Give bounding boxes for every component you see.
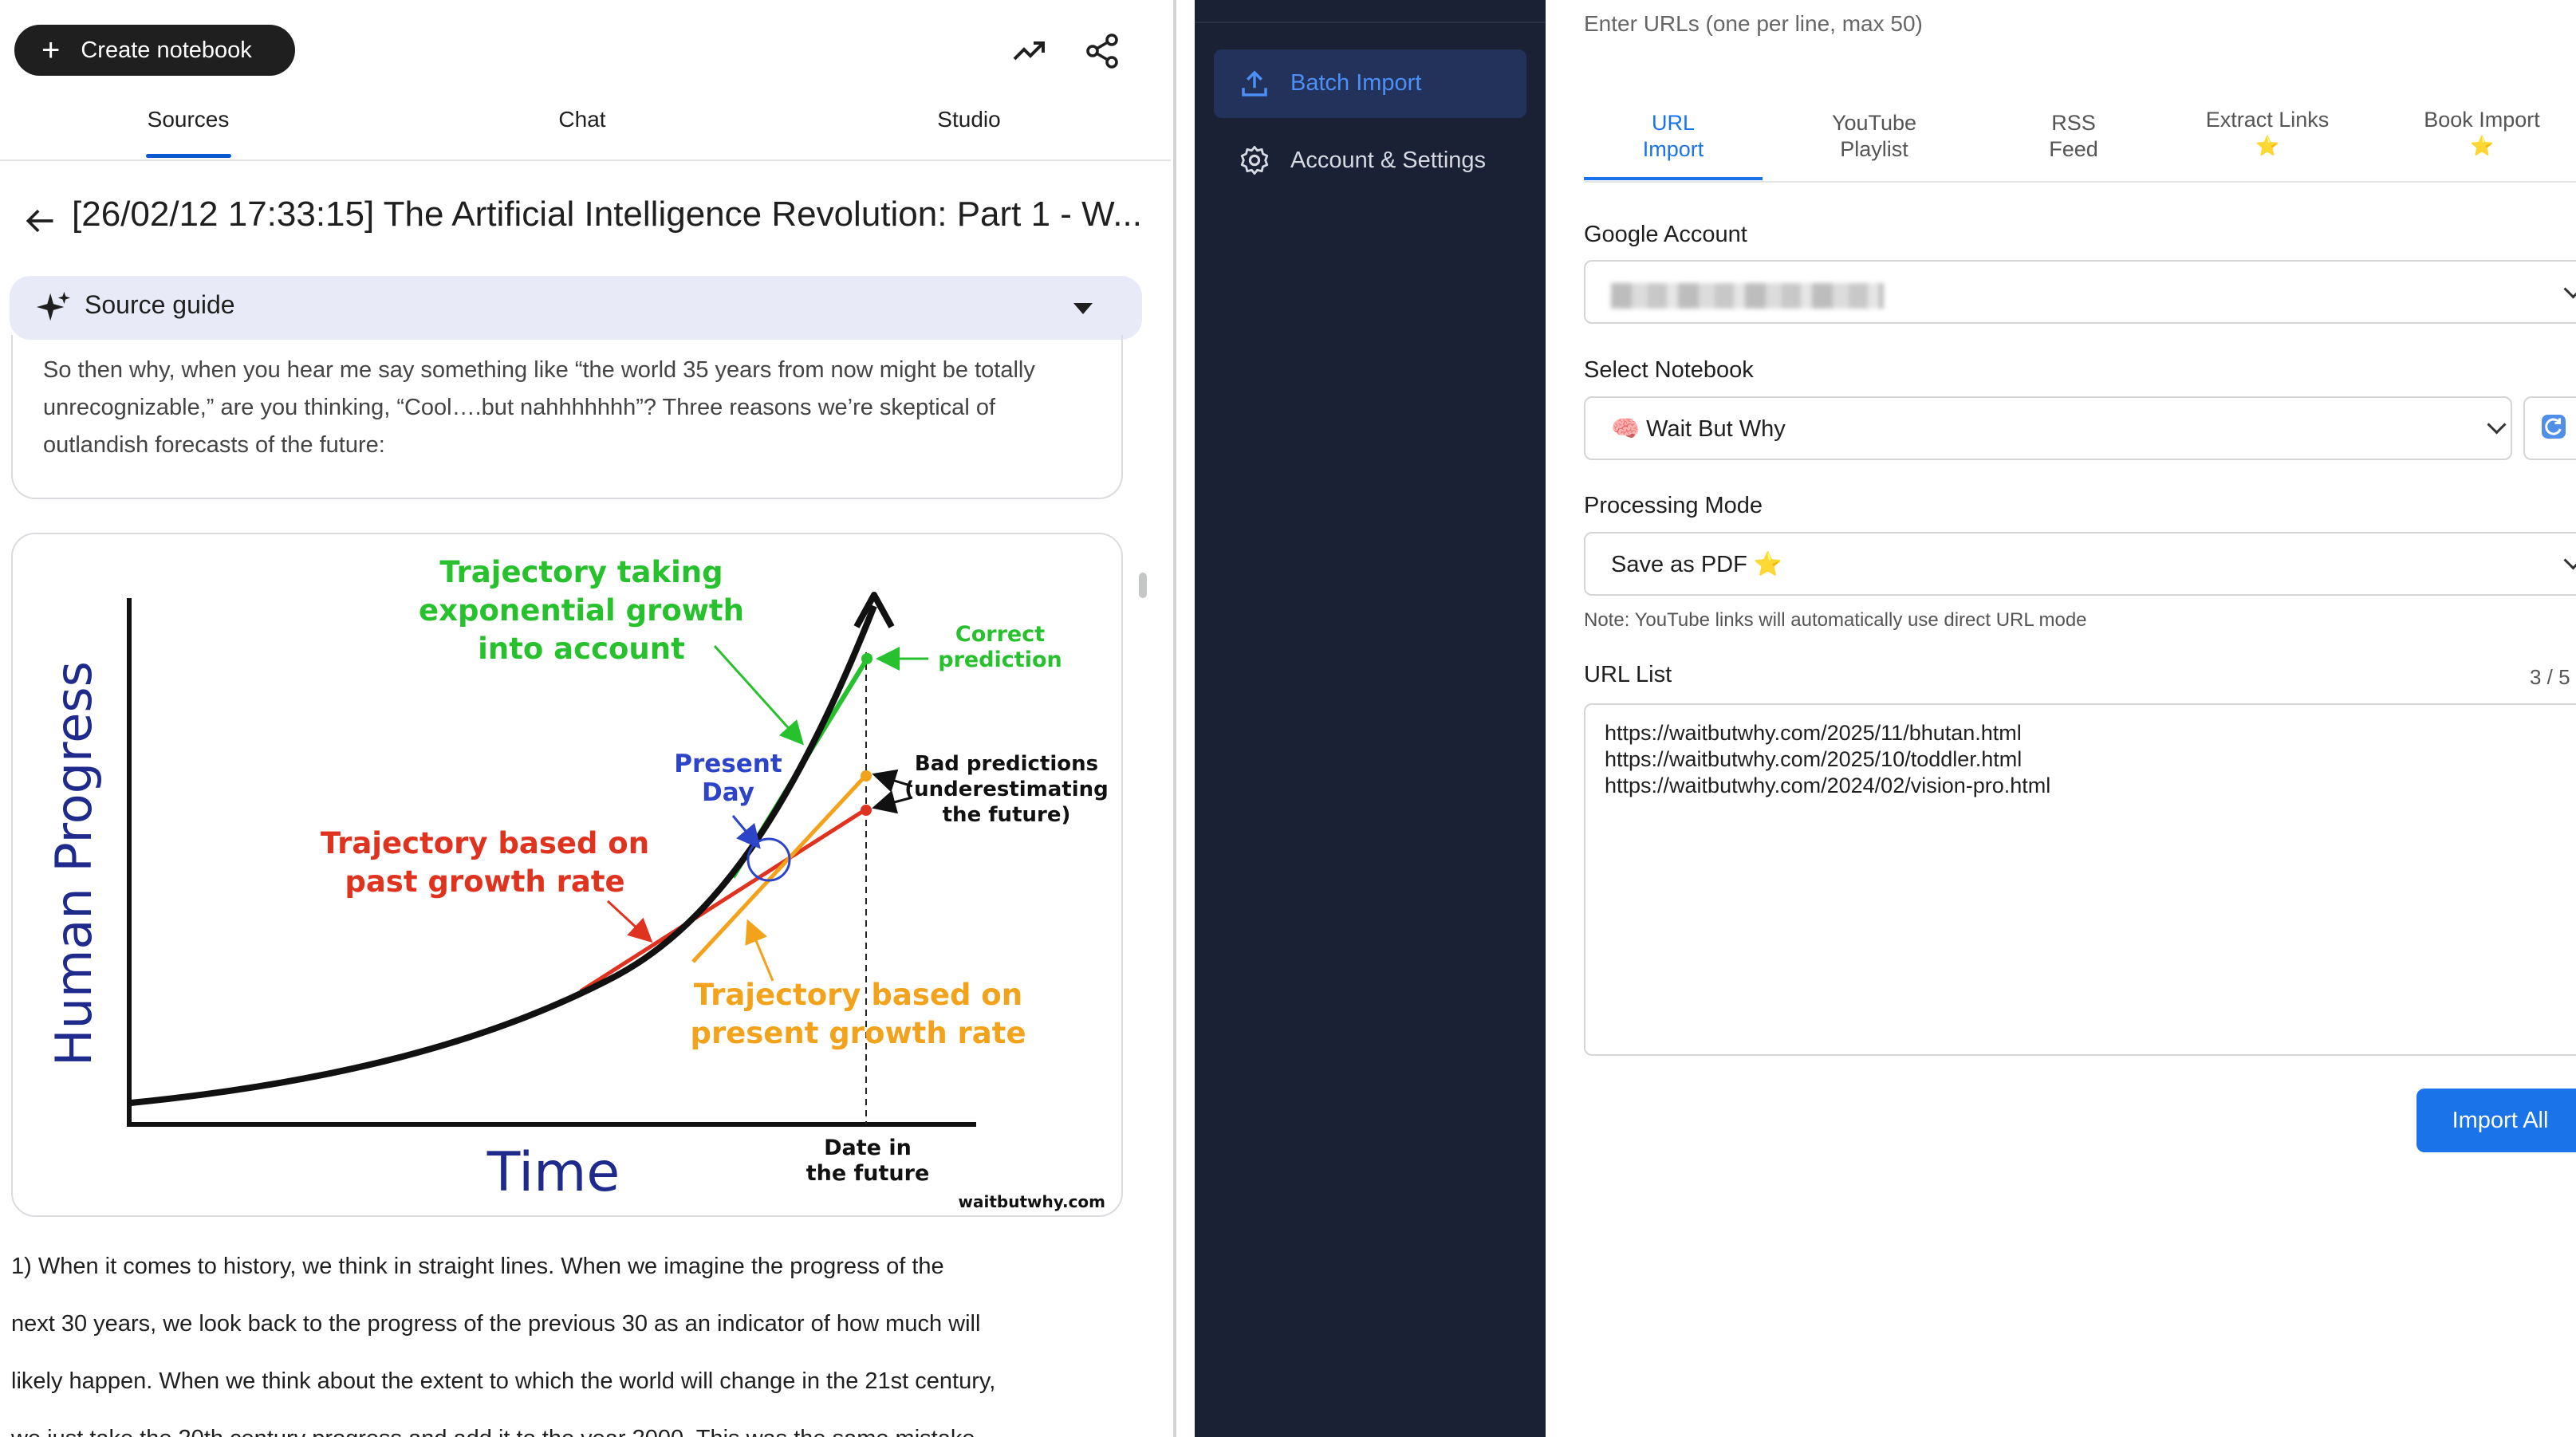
- correct-annotation: prediction: [938, 648, 1062, 672]
- tab-sources[interactable]: Sources: [128, 107, 249, 132]
- youtube-note: Note: YouTube links will automatically u…: [1584, 609, 2087, 631]
- tab-label: YouTube: [1831, 111, 1917, 135]
- tab-youtube-playlist[interactable]: YouTube Playlist: [1785, 110, 1964, 163]
- x-axis-label: Time: [486, 1141, 620, 1204]
- caret-down-icon[interactable]: [1073, 303, 1093, 314]
- analytics-icon[interactable]: [1010, 32, 1048, 70]
- notebook-value: 🧠 Wait But Why: [1611, 416, 1786, 442]
- sidebar-item-account-settings[interactable]: Account & Settings: [1290, 148, 1486, 174]
- present-annotation: Day: [702, 778, 754, 807]
- date-annotation: Date in: [824, 1136, 912, 1160]
- red-annotation: past growth rate: [345, 864, 624, 899]
- body-text-line: next 30 years, we look back to the progr…: [11, 1311, 981, 1337]
- exponential-progress-figure: Human Progress Time Trajectory taking ex…: [45, 555, 1109, 1211]
- processing-mode-label: Processing Mode: [1584, 493, 1763, 518]
- active-tab-indicator: [1584, 177, 1763, 180]
- processing-mode-value: Save as PDF ⭐: [1611, 552, 1783, 577]
- sidebar-divider: [1195, 22, 1546, 23]
- url-hint-text: Enter URLs (one per line, max 50): [1584, 11, 1923, 36]
- green-annotation: exponential growth: [419, 593, 744, 628]
- body-text-line: we just take the 20th century progress a…: [11, 1426, 975, 1437]
- bad-annotation: the future): [943, 803, 1071, 827]
- url-line: https://waitbutwhy.com/2025/10/toddler.h…: [1605, 747, 2023, 771]
- active-tab-indicator: [146, 154, 231, 158]
- url-line: https://waitbutwhy.com/2024/02/vision-pr…: [1605, 774, 2051, 797]
- bad-annotation: Bad predictions: [915, 752, 1098, 776]
- processing-mode-select[interactable]: Save as PDF ⭐: [1584, 532, 2576, 596]
- bad-annotation: (underestimating: [904, 778, 1109, 801]
- body-text-line: likely happen. When we think about the e…: [11, 1368, 996, 1394]
- redacted-account: [1611, 283, 1884, 309]
- tab-rss-feed[interactable]: RSS Feed: [1986, 110, 2161, 163]
- card-text-line: outlandish forecasts of the future:: [43, 432, 385, 458]
- share-icon[interactable]: [1083, 32, 1121, 70]
- card-text-line: unrecognizable,” are you thinking, “Cool…: [43, 395, 995, 420]
- create-notebook-label: Create notebook: [81, 37, 252, 63]
- green-annotation: Trajectory taking: [439, 555, 723, 589]
- green-arrow: [713, 644, 805, 746]
- sidebar-item-label: Batch Import: [1290, 70, 1422, 96]
- tab-label: RSS: [2051, 111, 2096, 135]
- star-icon: ⭐: [2255, 136, 2279, 157]
- notebook-select[interactable]: 🧠 Wait But Why: [1584, 396, 2512, 460]
- orange-dot: [861, 770, 872, 781]
- source-guide-label: Source guide: [85, 290, 235, 319]
- sparkle-icon: [36, 291, 71, 321]
- tab-studio[interactable]: Studio: [901, 107, 1037, 132]
- red-dot: [861, 805, 872, 816]
- url-count: 3 / 5: [2530, 665, 2570, 689]
- refresh-icon: [2542, 415, 2566, 439]
- source-title: [26/02/12 17:33:15] The Artificial Intel…: [72, 195, 1142, 234]
- correct-annotation: Correct: [955, 622, 1045, 647]
- tab-chat[interactable]: Chat: [518, 107, 646, 132]
- extension-sidebar: [1195, 0, 1546, 1437]
- plus-icon: +: [41, 33, 61, 68]
- google-account-label: Google Account: [1584, 222, 1747, 247]
- orange-annotation: present growth rate: [690, 1016, 1026, 1050]
- tabs-divider: [0, 159, 1171, 161]
- present-arrow: [731, 815, 761, 849]
- tab-url-import[interactable]: URL Import: [1584, 110, 1763, 163]
- tabs-divider: [1584, 181, 2576, 183]
- select-notebook-label: Select Notebook: [1584, 357, 1754, 383]
- tab-extract-links[interactable]: Extract Links ⭐: [2184, 107, 2351, 159]
- red-annotation: Trajectory based on: [321, 826, 649, 860]
- create-notebook-button[interactable]: + Create notebook: [14, 25, 295, 76]
- date-annotation: the future: [806, 1161, 930, 1186]
- tab-label: Feed: [2049, 137, 2098, 161]
- gear-icon: [1240, 145, 1269, 175]
- green-annotation: into account: [478, 632, 685, 666]
- star-icon: ⭐: [2470, 136, 2494, 157]
- figure-credit: waitbutwhy.com: [959, 1192, 1105, 1211]
- tab-label: Playlist: [1840, 137, 1908, 161]
- pane-divider-line: [1173, 0, 1176, 1437]
- url-list-label: URL List: [1584, 662, 1672, 687]
- y-axis-label: Human Progress: [45, 661, 103, 1066]
- red-arrow: [606, 900, 653, 943]
- present-annotation: Present: [674, 750, 782, 778]
- scrollbar-thumb[interactable]: [1139, 573, 1147, 598]
- card-text-line: So then why, when you hear me say someth…: [43, 357, 1035, 383]
- correct-dot: [861, 653, 872, 664]
- orange-annotation: Trajectory based on: [694, 978, 1022, 1012]
- url-line: https://waitbutwhy.com/2025/11/bhutan.ht…: [1605, 721, 2022, 745]
- tab-book-import[interactable]: Book Import ⭐: [2394, 107, 2570, 159]
- tab-label: Extract Links: [2205, 108, 2330, 132]
- back-arrow-icon[interactable]: [22, 203, 57, 238]
- body-text-line: 1) When it comes to history, we think in…: [11, 1254, 944, 1279]
- tab-label: Import: [1642, 137, 1704, 161]
- import-all-button[interactable]: Import All: [2416, 1089, 2576, 1152]
- tab-label: URL: [1651, 111, 1695, 135]
- notebook-panel: + Create notebook Sources Chat Studio [2…: [0, 0, 1171, 1437]
- upload-icon: [1242, 70, 1267, 96]
- orange-arrow: [745, 919, 774, 982]
- tab-label: Book Import: [2424, 108, 2540, 132]
